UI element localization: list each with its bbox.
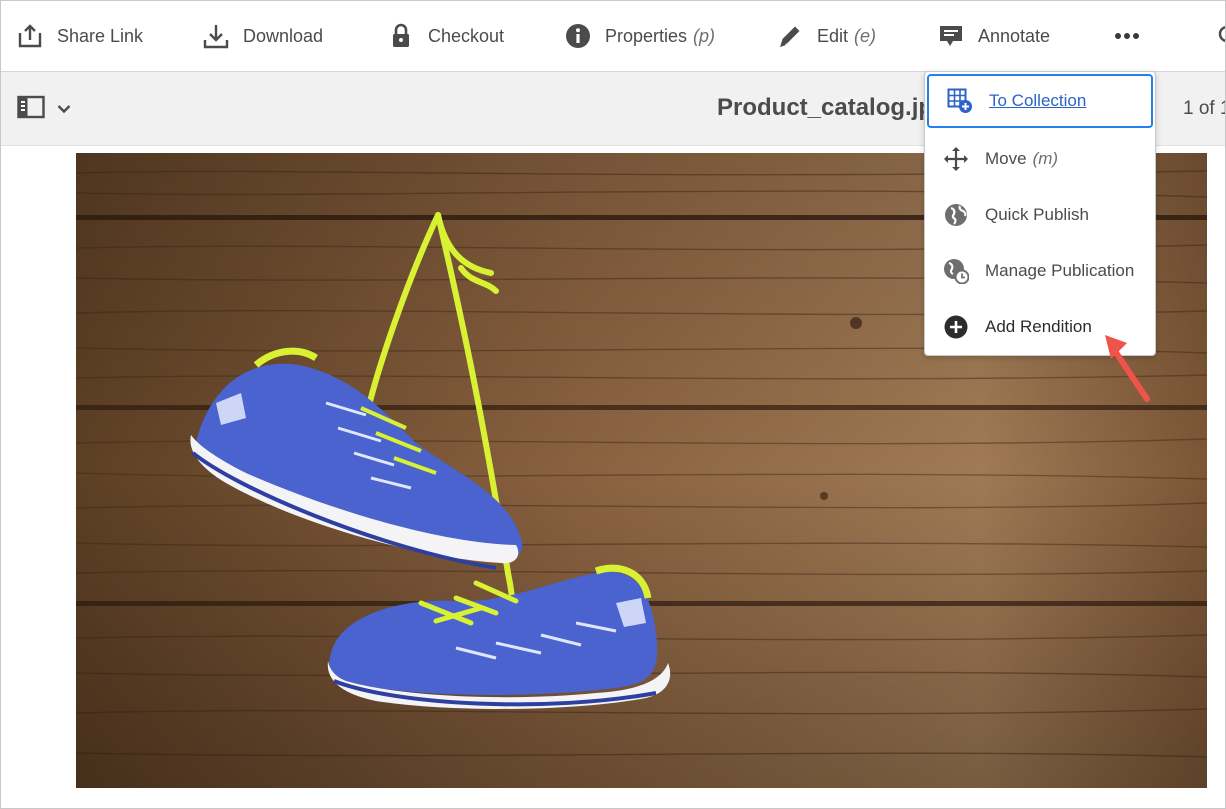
globe-icon	[943, 202, 969, 228]
share-link-button[interactable]: Share Link	[17, 18, 143, 54]
search-icon[interactable]	[1215, 23, 1225, 49]
download-button[interactable]: Download	[203, 18, 323, 54]
menu-item-to-collection[interactable]: To Collection	[927, 74, 1153, 128]
comment-icon	[938, 23, 964, 49]
quick-publish-label: Quick Publish	[985, 205, 1089, 224]
asset-title: Product_catalog.jpg	[717, 94, 927, 121]
lock-icon	[388, 23, 414, 49]
checkout-button[interactable]: Checkout	[388, 18, 504, 54]
menu-item-quick-publish[interactable]: Quick Publish	[925, 187, 1155, 243]
add-to-collection-icon	[947, 88, 973, 114]
rail-toggle-button[interactable]	[17, 95, 71, 124]
properties-label: Properties (p)	[605, 25, 716, 46]
chevron-down-icon	[57, 101, 71, 119]
share-icon	[17, 23, 43, 49]
action-bar: Share Link Download Checkout Properties(…	[1, 1, 1225, 72]
annotation-arrow-icon	[1105, 335, 1150, 402]
menu-item-manage-publication[interactable]: Manage Publication	[925, 243, 1155, 299]
more-actions-menu: To Collection Move (m) Quick Publish Mana…	[924, 71, 1156, 356]
manage-publication-label: Manage Publication	[985, 261, 1135, 280]
annotate-label: Annotate	[978, 25, 1051, 46]
move-icon	[943, 146, 969, 172]
properties-shortcut: (p)	[693, 25, 716, 46]
download-icon	[203, 23, 229, 49]
globe-clock-icon	[943, 258, 969, 284]
asset-viewer: Share Link Download Checkout Properties(…	[0, 0, 1226, 809]
add-circle-icon	[943, 314, 969, 340]
properties-button[interactable]: Properties (p)	[565, 18, 715, 54]
rail-icon	[17, 95, 45, 124]
move-shortcut: (m)	[1032, 149, 1059, 168]
add-rendition-label: Add Rendition	[985, 317, 1092, 336]
edit-label: Edit (e)	[817, 25, 877, 46]
info-icon	[565, 23, 591, 49]
edit-shortcut: (e)	[854, 25, 877, 46]
checkout-label: Checkout	[428, 25, 505, 46]
more-icon[interactable]	[1113, 23, 1141, 49]
annotate-button[interactable]: Annotate	[938, 18, 1050, 54]
pencil-icon	[777, 23, 803, 49]
to-collection-label: To Collection	[989, 91, 1087, 110]
edit-button[interactable]: Edit (e)	[777, 18, 876, 54]
page-counter: 1 of 1	[1183, 98, 1226, 119]
share-link-label: Share Link	[57, 25, 144, 46]
download-label: Download	[243, 25, 324, 46]
move-label: Move (m)	[985, 149, 1059, 168]
menu-item-move[interactable]: Move (m)	[925, 131, 1155, 187]
